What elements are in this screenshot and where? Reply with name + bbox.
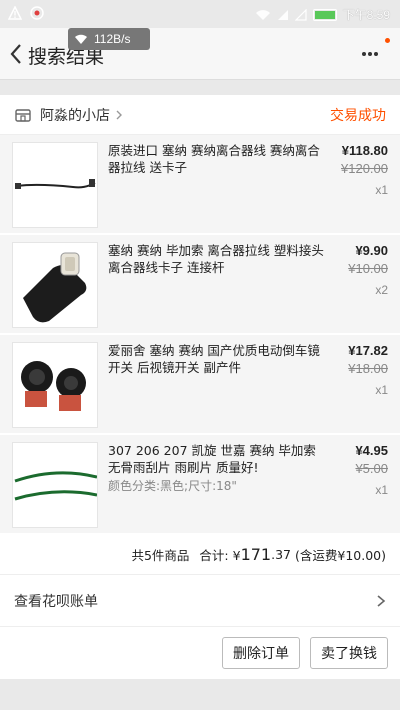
product-title[interactable]: 塞纳 赛纳 毕加索 离合器拉线 塑料接头 离合器线卡子 连接杆 (108, 242, 328, 276)
product-original-price: ¥18.00 (348, 361, 388, 376)
product-quantity: x2 (375, 283, 388, 297)
status-bar: 下午8:59 (0, 0, 400, 28)
more-options-icon[interactable] (360, 46, 380, 60)
product-image[interactable] (12, 442, 98, 528)
product-price: ¥17.82 (348, 343, 388, 358)
signal-icon-2 (294, 8, 307, 21)
warning-icon (8, 6, 22, 20)
product-price: ¥4.95 (355, 443, 388, 458)
order-item[interactable]: 爱丽舍 塞纳 赛纳 国产优质电动倒车镜开关 后视镜开关 副产件 ¥17.82 ¥… (0, 335, 400, 435)
product-quantity: x1 (375, 183, 388, 197)
back-arrow-icon[interactable] (6, 42, 28, 66)
order-card[interactable]: 阿淼的小店 交易成功 原装进口 塞纳 赛纳离合器线 赛纳离合器拉线 送卡子 ¥1… (0, 95, 400, 679)
product-title[interactable]: 爱丽舍 塞纳 赛纳 国产优质电动倒车镜开关 后视镜开关 副产件 (108, 342, 328, 376)
product-quantity: x1 (375, 383, 388, 397)
clock: 下午8:59 (342, 8, 390, 22)
product-title[interactable]: 原装进口 塞纳 赛纳离合器线 赛纳离合器拉线 送卡子 (108, 142, 328, 176)
product-original-price: ¥5.00 (355, 461, 388, 476)
product-image[interactable] (12, 342, 98, 428)
order-item[interactable]: 原装进口 塞纳 赛纳离合器线 赛纳离合器拉线 送卡子 ¥118.80 ¥120.… (0, 135, 400, 235)
nav-bar: 搜索结果 (0, 28, 400, 80)
order-status: 交易成功 (330, 107, 386, 124)
wifi-icon (255, 9, 270, 20)
product-title[interactable]: 307 206 207 凯旋 世嘉 赛纳 毕加索 无骨雨刮片 雨刷片 质量好! (108, 442, 328, 476)
product-original-price: ¥120.00 (341, 161, 388, 176)
product-image[interactable] (12, 242, 98, 328)
network-speed-overlay: 112B/s (68, 28, 150, 50)
product-price: ¥118.80 (341, 143, 388, 158)
order-summary: 共5件商品 合计: ¥ 171 .37 (含运费¥10.00) (0, 535, 400, 575)
shipping-note: (含运费¥10.00) (295, 548, 386, 563)
notification-icon (30, 6, 44, 20)
order-item[interactable]: 塞纳 赛纳 毕加索 离合器拉线 塑料接头 离合器线卡子 连接杆 ¥9.90 ¥1… (0, 235, 400, 335)
product-quantity: x1 (375, 483, 388, 497)
shop-header[interactable]: 阿淼的小店 交易成功 (0, 95, 400, 135)
total-label: 合计: ¥ (199, 548, 241, 563)
battery-icon (312, 8, 337, 21)
bill-link-label: 查看花呗账单 (14, 593, 98, 610)
shop-name[interactable]: 阿淼的小店 (40, 105, 110, 125)
view-bill-link[interactable]: 查看花呗账单 (0, 575, 400, 627)
order-item[interactable]: 307 206 207 凯旋 世嘉 赛纳 毕加索 无骨雨刮片 雨刷片 质量好! … (0, 435, 400, 535)
total-amount-decimal: .37 (271, 547, 291, 562)
total-amount-integer: 171 (240, 545, 272, 564)
product-original-price: ¥10.00 (348, 261, 388, 276)
notification-dot (385, 38, 390, 43)
product-spec: 颜色分类:黑色;尺寸:18" (108, 479, 237, 493)
signal-icon (277, 9, 288, 20)
network-speed: 112B/s (94, 32, 131, 46)
product-price: ¥9.90 (355, 243, 388, 258)
resell-button[interactable]: 卖了换钱 (310, 637, 388, 669)
delete-order-button[interactable]: 删除订单 (222, 637, 300, 669)
shop-icon (15, 108, 31, 122)
item-count: 共5件商品 (131, 548, 190, 563)
chevron-right-icon (116, 110, 122, 119)
product-image[interactable] (12, 142, 98, 228)
wifi-icon (75, 34, 87, 44)
chevron-right-icon (377, 594, 386, 607)
order-actions: 删除订单 卖了换钱 (0, 627, 400, 679)
